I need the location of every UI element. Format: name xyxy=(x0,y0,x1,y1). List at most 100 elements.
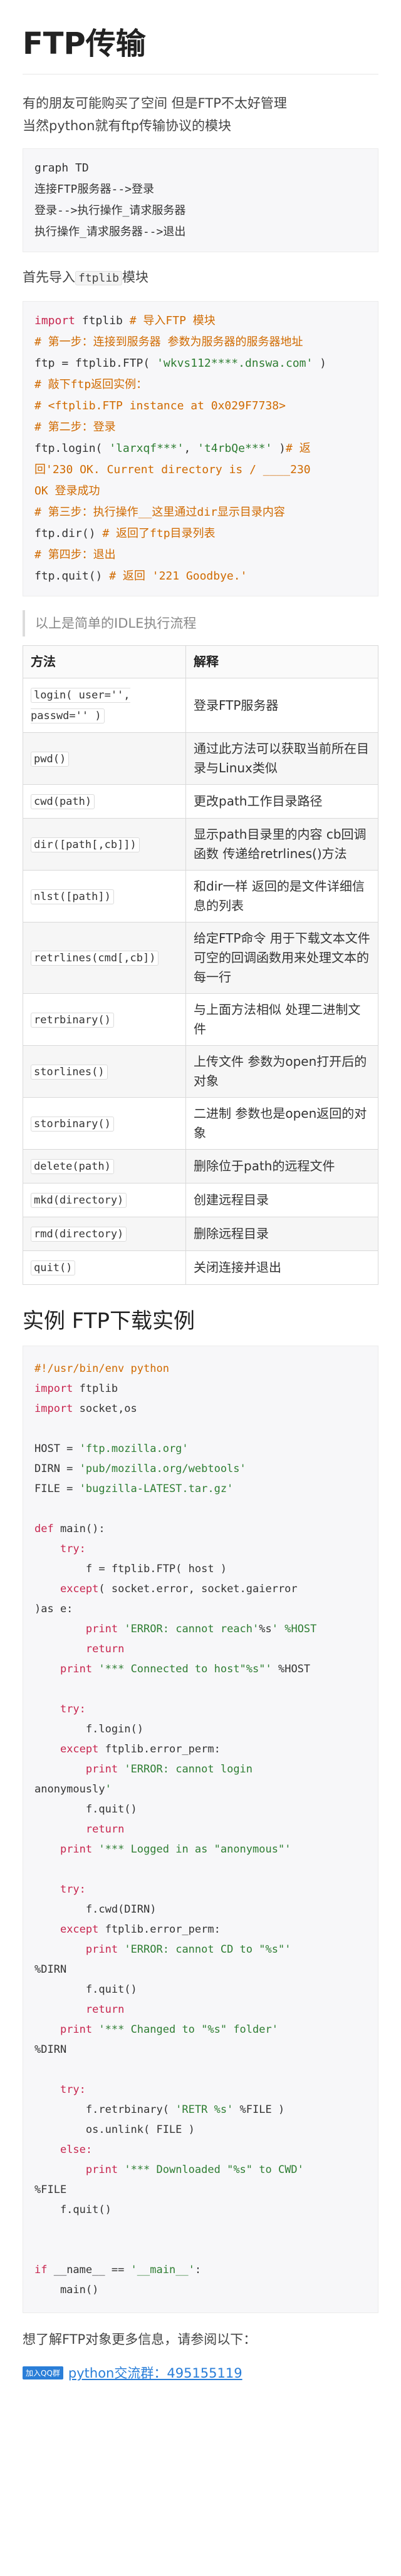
table-header-row: 方法 解释 xyxy=(23,645,378,678)
header-explanation: 解释 xyxy=(185,645,378,678)
method-name: cwd(path) xyxy=(31,794,95,809)
code-token: OK 登录成功 xyxy=(34,484,100,498)
method-description: 二进制 参数也是open返回的对象 xyxy=(185,1097,378,1150)
code-line: f.login() xyxy=(34,1723,143,1735)
code-line: return xyxy=(85,1823,125,1836)
code-line: except( socket.error, socket.gaierror xyxy=(60,1583,298,1595)
code-line: %DIRN xyxy=(34,2043,67,2056)
table-row: retrbinary() 与上面方法相似 处理二进制文件 xyxy=(23,993,378,1046)
table-row: cwd(path) 更改path工作目录路径 xyxy=(23,784,378,819)
code-line: try: xyxy=(60,2083,86,2096)
table-row: login( user='', passwd='' ) 登录FTP服务器 xyxy=(23,678,378,733)
code-line: import socket,os xyxy=(34,1403,137,1415)
method-name: storbinary() xyxy=(31,1116,114,1132)
code-token: # 返回了ftp目录列表 xyxy=(102,527,216,540)
code-line: f.cwd(DIRN) xyxy=(34,1903,157,1916)
method-description: 删除位于path的远程文件 xyxy=(185,1149,378,1183)
method-name: login( user='', passwd='' ) xyxy=(31,688,130,723)
intro-line-1: 有的朋友可能购买了空间 但是FTP不太好管理 xyxy=(23,96,287,111)
table-row: retrlines(cmd[,cb]) 给定FTP命令 用于下载文本文件 可空的回… xyxy=(23,922,378,994)
code-line: main() xyxy=(34,2284,99,2296)
code-token: # 导入FTP 模块 xyxy=(129,314,216,327)
code-token: import xyxy=(34,314,76,327)
code-line: print 'ERROR: cannot reach'%s' %HOST xyxy=(85,1623,317,1635)
method-description: 登录FTP服务器 xyxy=(185,678,378,733)
code-line: except ftplib.error_perm: xyxy=(60,1923,221,1936)
code-line: else: xyxy=(60,2144,93,2156)
code-token: 't4rbQe***' xyxy=(197,442,273,455)
code-line: # 敲下ftp返回实例： xyxy=(34,374,367,396)
code-token: , xyxy=(184,442,198,455)
code-line: import ftplib # 导入FTP 模块 xyxy=(34,310,367,332)
code-line: if __name__ == '__main__': xyxy=(34,2264,202,2276)
method-description: 关闭连接并退出 xyxy=(185,1250,378,1285)
code-line: DIRN = 'pub/mozilla.org/webtools' xyxy=(34,1463,246,1475)
methods-table: 方法 解释 login( user='', passwd='' ) 登录FTP服务… xyxy=(23,645,378,1285)
code-line: ftp = ftplib.FTP( 'wkvs112****.dnswa.com… xyxy=(34,353,367,374)
table-row: nlst([path]) 和dir一样 返回的是文件详细信息的列表 xyxy=(23,870,378,923)
code-line: anonymously' xyxy=(34,1783,112,1796)
code-line: import ftplib xyxy=(34,1383,118,1395)
table-row: storlines() 上传文件 参数为open打开后的对象 xyxy=(23,1045,378,1098)
code-token: # 第二步：登录 xyxy=(34,421,116,434)
method-description: 与上面方法相似 处理二进制文件 xyxy=(185,993,378,1046)
method-cell: retrbinary() xyxy=(23,993,186,1046)
code-token: 'larxqf***' xyxy=(109,442,184,455)
code-line: 登录-->执行操作_请求服务器 xyxy=(34,204,186,217)
table-row: mkd(directory) 创建远程目录 xyxy=(23,1183,378,1217)
method-cell: storlines() xyxy=(23,1045,186,1098)
method-name: pwd() xyxy=(31,751,70,767)
table-row: rmd(directory) 删除远程目录 xyxy=(23,1217,378,1251)
page-title: FTP传输 xyxy=(23,19,378,74)
method-name: nlst([path]) xyxy=(31,889,114,904)
code-line: print 'ERROR: cannot CD to "%s"' xyxy=(85,1943,291,1956)
method-cell: delete(path) xyxy=(23,1149,186,1183)
article: FTP传输 有的朋友可能购买了空间 但是FTP不太好管理 当然python就有f… xyxy=(0,0,401,2382)
code-line: )as e: xyxy=(34,1603,73,1615)
code-token: # <ftplib.FTP instance at 0x029F7738> xyxy=(34,399,286,412)
graph-code-block: graph TD 连接FTP服务器-->登录 登录-->执行操作_请求服务器 执行操作… xyxy=(23,148,378,252)
code-token: # 第一步：连接到服务器 参数为服务器的服务器地址 xyxy=(34,335,303,349)
idle-code-block: import ftplib # 导入FTP 模块 # 第一步：连接到服务器 参数为… xyxy=(23,301,378,596)
code-line: 连接FTP服务器-->登录 xyxy=(34,183,155,196)
code-line: # <ftplib.FTP instance at 0x029F7738> xyxy=(34,396,367,417)
code-line: HOST = 'ftp.mozilla.org' xyxy=(34,1443,189,1455)
method-description: 上传文件 参数为open打开后的对象 xyxy=(185,1045,378,1098)
code-token: ftp.quit() xyxy=(34,570,110,583)
code-line: graph TD xyxy=(34,161,89,175)
code-line: # 第三步：执行操作__这里通过dir显示目录内容 xyxy=(34,502,367,523)
code-token: ftp.dir() xyxy=(34,527,103,540)
code-line: f.retrbinary( 'RETR %s' %FILE ) xyxy=(34,2103,285,2116)
code-line: except ftplib.error_perm: xyxy=(60,1743,221,1756)
code-line: print '*** Connected to host"%s"' %HOST xyxy=(60,1663,311,1675)
header-method: 方法 xyxy=(23,645,186,678)
code-token: # 敲下ftp返回实例： xyxy=(34,378,148,391)
code-token: # 第四步：退出 xyxy=(34,548,116,561)
method-name: delete(path) xyxy=(31,1159,114,1174)
table-row: quit() 关闭连接并退出 xyxy=(23,1250,378,1285)
code-token: ftp.login( xyxy=(34,442,110,455)
qq-group-link[interactable]: python交流群：495155119 xyxy=(68,2363,242,2382)
code-token: ftplib xyxy=(75,314,130,327)
table-row: pwd() 通过此方法可以获取当前所在目录与Linux类似 xyxy=(23,732,378,785)
code-token: ftp = ftplib.FTP( xyxy=(34,357,157,370)
method-cell: quit() xyxy=(23,1250,186,1285)
code-line: # 第二步：登录 xyxy=(34,417,367,438)
table-row: delete(path) 删除位于path的远程文件 xyxy=(23,1149,378,1183)
code-line: # 第一步：连接到服务器 参数为服务器的服务器地址 xyxy=(34,332,367,353)
code-line: f = ftplib.FTP( host ) xyxy=(34,1563,227,1575)
table-row: dir([path[,cb]]) 显示path目录里的内容 cb回调函数 传递给r… xyxy=(23,818,378,871)
code-line: def main(): xyxy=(34,1523,105,1535)
inline-code-ftplib: ftplib xyxy=(75,271,123,285)
code-line: print '*** Changed to "%s" folder' xyxy=(60,2023,278,2036)
method-description: 删除远程目录 xyxy=(185,1217,378,1251)
code-line: #!/usr/bin/env python xyxy=(34,1362,169,1375)
method-description: 和dir一样 返回的是文件详细信息的列表 xyxy=(185,870,378,923)
method-cell: mkd(directory) xyxy=(23,1183,186,1217)
code-token: 回'230 OK. Current directory is / ____230 xyxy=(34,463,311,476)
method-cell: login( user='', passwd='' ) xyxy=(23,678,186,733)
code-line: ftp.quit() # 返回 '221 Goodbye.' xyxy=(34,566,367,587)
code-line: try: xyxy=(60,1703,86,1715)
